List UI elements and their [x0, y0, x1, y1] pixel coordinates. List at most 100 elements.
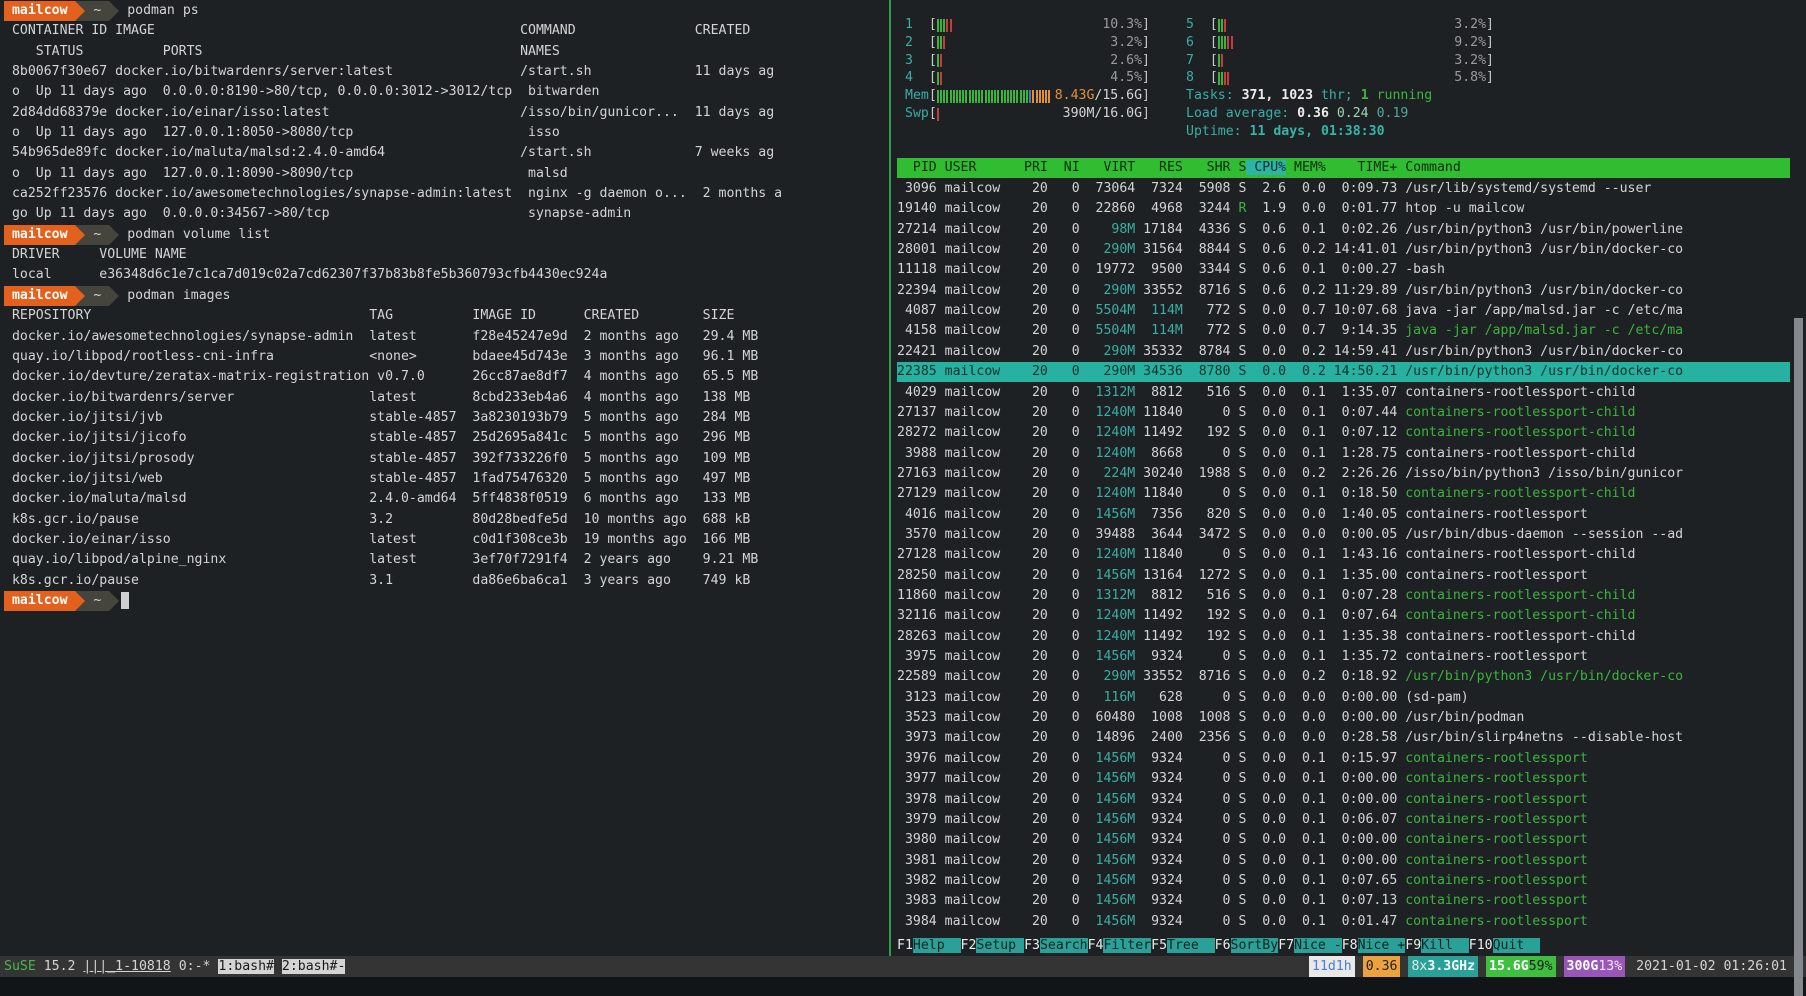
fkey-f6[interactable]: F6SortBy: [1215, 938, 1279, 953]
process-row-pid-22385[interactable]: 22385 mailcow 20 0 290M 34536 8780 S 0.0…: [897, 362, 1790, 382]
fkey-f8[interactable]: F8Nice +: [1342, 938, 1406, 953]
process-row-pid-3982[interactable]: 3982 mailcow 20 0 1456M 9324 0 S 0.0 0.1…: [897, 871, 1790, 891]
process-row-pid-3984[interactable]: 3984 mailcow 20 0 1456M 9324 0 S 0.0 0.1…: [897, 912, 1790, 932]
process-row-pid-28272[interactable]: 28272 mailcow 20 0 1240M 11492 192 S 0.0…: [897, 423, 1790, 443]
process-row-pid-27137[interactable]: 27137 mailcow 20 0 1240M 11840 0 S 0.0 0…: [897, 403, 1790, 423]
time-cell: 14:41.01: [1326, 242, 1397, 257]
process-row-pid-3988[interactable]: 3988 mailcow 20 0 1240M 8668 0 S 0.0 0.1…: [897, 444, 1790, 464]
pri-cell: 20: [1016, 425, 1048, 440]
tmux-window-2[interactable]: 2:bash#-: [282, 959, 346, 974]
htop-column-header[interactable]: PID USER PRI NI VIRT RES SHR S CPU% MEM%…: [897, 158, 1790, 178]
terminal-cursor[interactable]: [121, 592, 129, 609]
process-row-pid-28263[interactable]: 28263 mailcow 20 0 1240M 11492 192 S 0.0…: [897, 627, 1790, 647]
pid-cell: 3981: [897, 853, 937, 868]
tmux-window-1[interactable]: 1:bash#: [218, 959, 274, 974]
fkey-f1[interactable]: F1Help: [897, 938, 961, 953]
process-row-pid-11860[interactable]: 11860 mailcow 20 0 1312M 8812 516 S 0.0 …: [897, 586, 1790, 606]
column-header-time+[interactable]: TIME+: [1326, 160, 1397, 175]
process-row-pid-3979[interactable]: 3979 mailcow 20 0 1456M 9324 0 S 0.0 0.1…: [897, 810, 1790, 830]
process-row-pid-32116[interactable]: 32116 mailcow 20 0 1240M 11492 192 S 0.0…: [897, 606, 1790, 626]
process-row-pid-27128[interactable]: 27128 mailcow 20 0 1240M 11840 0 S 0.0 0…: [897, 545, 1790, 565]
process-row-pid-3570[interactable]: 3570 mailcow 20 0 39488 3644 3472 S 0.0 …: [897, 525, 1790, 545]
shr-cell: 0: [1183, 486, 1231, 501]
process-row-pid-3523[interactable]: 3523 mailcow 20 0 60480 1008 1008 S 0.0 …: [897, 708, 1790, 728]
ni-cell: 0: [1048, 812, 1080, 827]
cpu-cell: 0.0: [1246, 385, 1286, 400]
shr-cell: 0: [1183, 812, 1231, 827]
pri-cell: 20: [1016, 446, 1048, 461]
column-header-pid[interactable]: PID: [897, 160, 937, 175]
process-row-pid-3981[interactable]: 3981 mailcow 20 0 1456M 9324 0 S 0.0 0.1…: [897, 851, 1790, 871]
pid-cell: 27214: [897, 222, 937, 237]
fkey-f3[interactable]: F3Search: [1024, 938, 1088, 953]
state-cell: S: [1231, 446, 1247, 461]
scrollbar-thumb[interactable]: [1794, 318, 1803, 996]
process-row-pid-22589[interactable]: 22589 mailcow 20 0 290M 33552 8716 S 0.0…: [897, 667, 1790, 687]
column-header-user[interactable]: USER: [937, 160, 1016, 175]
column-header-cpu%[interactable]: CPU%: [1246, 160, 1286, 175]
column-header-shr[interactable]: SHR: [1183, 160, 1231, 175]
mem-cell: 0.7: [1286, 303, 1326, 318]
shr-cell: 0: [1183, 751, 1231, 766]
mem-cell: 0.1: [1286, 588, 1326, 603]
command-cell: containers-rootlessport-child: [1397, 588, 1635, 603]
virt-cell: 39488: [1080, 527, 1136, 542]
user-cell: mailcow: [937, 669, 1016, 684]
column-header-ni[interactable]: NI: [1048, 160, 1080, 175]
process-row-pid-27214[interactable]: 27214 mailcow 20 0 98M 17184 4336 S 0.6 …: [897, 220, 1790, 240]
process-row-pid-3123[interactable]: 3123 mailcow 20 0 116M 628 0 S 0.0 0.0 0…: [897, 688, 1790, 708]
column-header-s[interactable]: S: [1231, 160, 1247, 175]
process-row-pid-3978[interactable]: 3978 mailcow 20 0 1456M 9324 0 S 0.0 0.1…: [897, 790, 1790, 810]
process-row-pid-22394[interactable]: 22394 mailcow 20 0 290M 33552 8716 S 0.6…: [897, 281, 1790, 301]
terminal-output-line: CONTAINER ID IMAGE COMMAND CREATED: [4, 21, 886, 41]
fkey-f4[interactable]: F4Filter: [1088, 938, 1152, 953]
column-header-pri[interactable]: PRI: [1016, 160, 1048, 175]
process-row-pid-27163[interactable]: 27163 mailcow 20 0 224M 30240 1988 S 0.0…: [897, 464, 1790, 484]
user-cell: mailcow: [937, 812, 1016, 827]
process-row-pid-28250[interactable]: 28250 mailcow 20 0 1456M 13164 1272 S 0.…: [897, 566, 1790, 586]
process-row-pid-4016[interactable]: 4016 mailcow 20 0 1456M 7356 820 S 0.0 0…: [897, 505, 1790, 525]
terminal-output-line: k8s.gcr.io/pause 3.2 80d28bedfe5d 10 mon…: [4, 510, 886, 530]
process-row-pid-27129[interactable]: 27129 mailcow 20 0 1240M 11840 0 S 0.0 0…: [897, 484, 1790, 504]
res-cell: 8812: [1135, 588, 1183, 603]
process-row-pid-3976[interactable]: 3976 mailcow 20 0 1456M 9324 0 S 0.0 0.1…: [897, 749, 1790, 769]
tmux-pane-divider[interactable]: [889, 0, 891, 956]
column-header-command[interactable]: Command: [1397, 160, 1461, 175]
column-header-mem%[interactable]: MEM%: [1286, 160, 1326, 175]
column-header-res[interactable]: RES: [1135, 160, 1183, 175]
process-row-pid-22421[interactable]: 22421 mailcow 20 0 290M 35332 8784 S 0.0…: [897, 342, 1790, 362]
state-cell: S: [1231, 710, 1247, 725]
fkey-f5[interactable]: F5Tree: [1151, 938, 1215, 953]
fkey-f7[interactable]: F7Nice -: [1278, 938, 1342, 953]
prompt-user-segment: mailcow: [4, 591, 75, 611]
process-row-pid-3980[interactable]: 3980 mailcow 20 0 1456M 9324 0 S 0.0 0.1…: [897, 830, 1790, 850]
command-cell: java -jar /app/malsd.jar -c /etc/ma: [1397, 303, 1683, 318]
process-row-pid-4029[interactable]: 4029 mailcow 20 0 1312M 8812 516 S 0.0 0…: [897, 383, 1790, 403]
command-cell: containers-rootlessport: [1397, 832, 1588, 847]
process-row-pid-11118[interactable]: 11118 mailcow 20 0 19772 9500 3344 S 0.6…: [897, 260, 1790, 280]
process-row-pid-28001[interactable]: 28001 mailcow 20 0 290M 31564 8844 S 0.6…: [897, 240, 1790, 260]
terminal-output-line: 2d84dd68379e docker.io/einar/isso:latest…: [4, 103, 886, 123]
pid-cell: 4158: [897, 323, 937, 338]
process-row-pid-3975[interactable]: 3975 mailcow 20 0 1456M 9324 0 S 0.0 0.1…: [897, 647, 1790, 667]
process-row-pid-4087[interactable]: 4087 mailcow 20 0 5504M 114M 772 S 0.0 0…: [897, 301, 1790, 321]
pid-cell: 3570: [897, 527, 937, 542]
fkey-f2[interactable]: F2Setup: [961, 938, 1025, 953]
process-row-pid-3977[interactable]: 3977 mailcow 20 0 1456M 9324 0 S 0.0 0.1…: [897, 769, 1790, 789]
uptime-part: 11 days, 01:38:30: [1250, 124, 1385, 139]
process-row-pid-4158[interactable]: 4158 mailcow 20 0 5504M 114M 772 S 0.0 0…: [897, 321, 1790, 341]
process-row-pid-19140[interactable]: 19140 mailcow 20 0 22860 4968 3244 R 1.9…: [897, 199, 1790, 219]
fkey-f9[interactable]: F9Kill: [1405, 938, 1469, 953]
user-cell: mailcow: [937, 792, 1016, 807]
process-row-pid-3096[interactable]: 3096 mailcow 20 0 73064 7324 5908 S 2.6 …: [897, 179, 1790, 199]
virt-cell: 1240M: [1080, 608, 1136, 623]
process-row-pid-3973[interactable]: 3973 mailcow 20 0 14896 2400 2356 S 0.0 …: [897, 728, 1790, 748]
fkey-f10[interactable]: F10Quit: [1469, 938, 1540, 953]
meter-tick: [1227, 72, 1229, 85]
powerline-arrow-icon: [75, 591, 85, 611]
user-cell: mailcow: [937, 527, 1016, 542]
shell-prompt-line: mailcow ~ podman ps: [4, 1, 886, 21]
shr-cell: 1988: [1183, 466, 1231, 481]
column-header-virt[interactable]: VIRT: [1080, 160, 1136, 175]
process-row-pid-3983[interactable]: 3983 mailcow 20 0 1456M 9324 0 S 0.0 0.1…: [897, 891, 1790, 911]
